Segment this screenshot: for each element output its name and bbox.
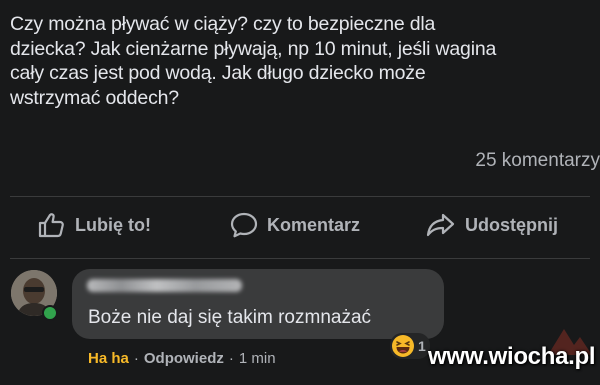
comment-button[interactable]: Komentarz [230, 212, 360, 238]
comment-bubble: Boże nie daj się takim rozmnażać [72, 269, 444, 339]
watermark-text: www.wiocha.pl [428, 343, 596, 370]
share-button[interactable]: Udostępnij [426, 212, 558, 238]
speech-bubble-icon [230, 212, 258, 238]
like-button[interactable]: Lubię to! [38, 212, 151, 238]
meta-separator: · [133, 350, 139, 367]
share-label: Udostępnij [465, 214, 558, 235]
post-actions-bar: Lubię to! Komentarz Udostępnij [0, 200, 600, 252]
comment-text: Boże nie daj się takim rozmnażać [88, 307, 372, 328]
divider [10, 196, 590, 197]
divider [10, 258, 590, 259]
post-text-line: dziecka? Jak cienżarne pływają, np 10 mi… [10, 37, 497, 60]
comment-meta: Ha ha · Odpowiedz · 1 min [88, 350, 276, 367]
comment-label: Komentarz [267, 214, 361, 235]
haha-emoji-icon [392, 335, 414, 357]
post-text: Czy można pływać w ciąży? czy to bezpiec… [10, 12, 590, 110]
reaction-count: 1 [418, 338, 426, 354]
online-status-dot [42, 305, 58, 321]
comment-count-link[interactable]: 25 komentarzy [475, 150, 600, 172]
post-text-line: cały czas jest pod wodą. Jak długo dziec… [10, 62, 426, 84]
comment-reaction-badge[interactable]: 1 [390, 333, 430, 359]
haha-reaction-link[interactable]: Ha ha [88, 350, 129, 367]
post-text-line: Czy można pływać w ciąży? czy to bezpiec… [10, 13, 436, 35]
share-arrow-icon [426, 213, 455, 237]
comment-author-name[interactable] [87, 279, 242, 292]
post-text-line: wstrzymać oddech? [10, 86, 179, 109]
thumbs-up-icon [38, 213, 64, 238]
meta-separator: · [228, 350, 234, 367]
comment-time[interactable]: 1 min [239, 350, 276, 367]
reply-link[interactable]: Odpowiedz [144, 350, 224, 367]
like-label: Lubię to! [75, 214, 151, 235]
